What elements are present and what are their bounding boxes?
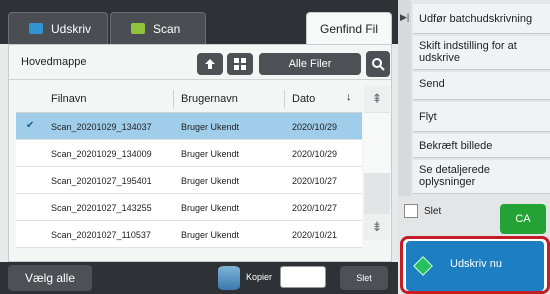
header-filename[interactable]: Filnavn [51,93,86,105]
copies-label: Kopier [246,272,273,282]
folder-label: Hovedmappe [21,56,87,68]
action-confirm-image[interactable]: Bekræft billede [413,134,550,158]
file-panel: Hovedmappe Alle Filer Filnavn Brugernavn… [8,44,392,262]
tab-find-file[interactable]: Genfind Fil [306,12,392,44]
storage-icon [218,266,240,290]
grid-view-button[interactable] [227,53,253,75]
cell-date: 2020/10/21 [292,230,338,240]
table-row[interactable]: Scan_20201027_143255 Bruger Ukendt 2020/10… [16,194,362,221]
scroll-down-icon: ⇟ [371,219,383,234]
scroll-up-icon: ⇞ [371,91,383,106]
search-button[interactable] [366,51,390,77]
table-header: Filnavn Brugernavn Dato ↓ [16,86,362,113]
tab-scan-label: Scan [153,21,181,36]
cell-filename: Scan_20201029_134009 [51,149,152,159]
action-change-print-settings[interactable]: Skift indstilling for at udskrive [413,36,550,70]
cell-username: Bruger Ukendt [181,122,240,132]
copies-input[interactable] [280,266,326,288]
start-icon [413,256,433,276]
cell-filename: Scan_20201027_195401 [51,176,152,186]
print-icon [29,23,43,34]
delete-checkbox-label: Slet [424,206,442,217]
clear-all-button[interactable]: CA [500,204,546,234]
folder-bar: Hovedmappe Alle Filer [9,45,391,80]
sort-down-icon: ↓ [346,91,352,103]
cell-username: Bruger Ukendt [181,149,240,159]
tab-bar: Udskriv Scan Genfind Fil [0,0,398,44]
tab-find-file-label: Genfind Fil [319,21,379,36]
column-divider [173,90,174,108]
cell-filename: Scan_20201029_134037 [51,122,152,132]
scroll-thumb[interactable] [364,113,390,173]
print-now-button[interactable]: Udskriv nu [406,241,544,291]
header-username[interactable]: Brugernavn [181,93,238,105]
cell-date: 2020/10/27 [292,203,338,213]
folder-up-icon [205,59,215,69]
cell-date: 2020/10/29 [292,149,338,159]
column-divider [284,90,285,108]
tab-print-label: Udskriv [51,21,92,36]
collapse-panel-button[interactable]: ▶| [398,0,411,196]
print-now-label: Udskriv nu [450,258,502,270]
action-show-details[interactable]: Se detaljerede oplysninger [413,160,550,194]
scrollbar[interactable]: ⇞ ⇟ [364,86,390,240]
folder-up-button[interactable] [197,53,223,75]
tab-print[interactable]: Udskriv [8,12,108,44]
file-filter-select[interactable]: Alle Filer [259,53,361,75]
file-table: Filnavn Brugernavn Dato ↓ ✔ Scan_20201029… [16,86,362,248]
table-row[interactable]: Scan_20201029_134009 Bruger Ukendt 2020/10… [16,140,362,167]
table-row[interactable]: Scan_20201027_110537 Bruger Ukendt 2020/10… [16,221,362,248]
cell-filename: Scan_20201027_143255 [51,203,152,213]
action-batch-print[interactable]: Udfør batchudskrivning [413,4,550,34]
action-send[interactable]: Send [413,72,550,100]
search-icon [372,58,385,71]
scan-icon [131,23,145,34]
delete-checkbox[interactable] [404,204,418,218]
scroll-up-button[interactable]: ⇞ [364,86,390,112]
cell-date: 2020/10/27 [292,176,338,186]
header-date[interactable]: Dato [292,93,315,105]
scroll-down-button[interactable]: ⇟ [364,214,390,240]
cell-username: Bruger Ukendt [181,203,240,213]
cell-filename: Scan_20201027_110537 [51,230,151,240]
delete-button[interactable]: Slet [340,266,388,290]
tab-scan[interactable]: Scan [110,12,206,44]
table-row[interactable]: Scan_20201027_195401 Bruger Ukendt 2020/10… [16,167,362,194]
collapse-arrow-icon: ▶| [400,12,410,22]
cell-date: 2020/10/29 [292,122,338,132]
action-move[interactable]: Flyt [413,102,550,132]
select-all-button[interactable]: Vælg alle [8,265,92,291]
checkmark-icon: ✔ [26,120,35,131]
file-filter-label: Alle Filer [288,58,332,70]
table-row[interactable]: ✔ Scan_20201029_134037 Bruger Ukendt 2020/1… [16,113,362,140]
cell-username: Bruger Ukendt [181,176,240,186]
grid-view-icon [234,58,246,70]
cell-username: Bruger Ukendt [181,230,240,240]
